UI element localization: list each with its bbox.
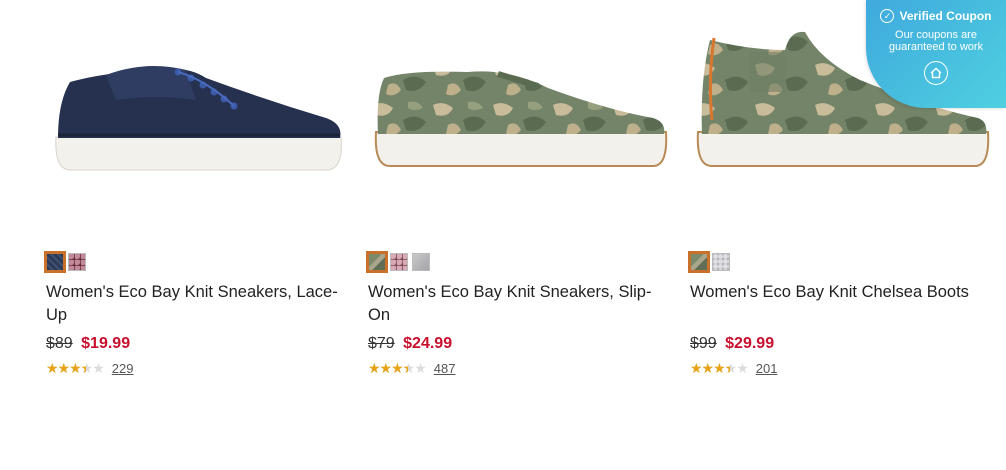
price: $99 $29.99: [690, 334, 774, 354]
star-rating-icon: ★★★★★★★★★★: [690, 360, 749, 376]
coupon-title: Verified Coupon: [899, 9, 992, 23]
check-circle-icon: ✓: [880, 9, 895, 23]
swatch-grey[interactable]: [412, 253, 430, 271]
color-swatches: [688, 251, 730, 273]
home-icon[interactable]: [924, 61, 948, 85]
product-name-link[interactable]: Women's Eco Bay Knit Sneakers, Lace-Up: [46, 281, 346, 327]
price: $79 $24.99: [368, 334, 452, 354]
original-price: $89: [46, 335, 73, 352]
product-grid: Women's Eco Bay Knit Sneakers, Lace-Up $…: [0, 0, 1006, 470]
verified-coupon-badge[interactable]: ✓ Verified Coupon Our coupons are guaran…: [866, 0, 1006, 108]
coupon-subtitle: Our coupons are guaranteed to work: [888, 29, 984, 53]
rating: ★★★★★★★★★★ 229: [46, 360, 133, 376]
camo-slip-on-sneaker-icon: [374, 71, 668, 167]
review-count-link[interactable]: 487: [434, 361, 456, 376]
review-count-link[interactable]: 229: [112, 361, 134, 376]
product-card: Women's Eco Bay Knit Sneakers, Slip-On $…: [366, 0, 668, 400]
rating: ★★★★★★★★★★ 201: [690, 360, 777, 376]
product-name-link[interactable]: Women's Eco Bay Knit Chelsea Boots: [690, 281, 990, 304]
color-swatches: [366, 251, 430, 273]
swatch-navy[interactable]: [44, 251, 66, 273]
product-card: Women's Eco Bay Knit Sneakers, Lace-Up $…: [44, 0, 346, 400]
navy-lace-up-sneaker-icon: [55, 66, 342, 171]
sale-price: $19.99: [81, 335, 131, 352]
original-price: $99: [690, 335, 717, 352]
sale-price: $24.99: [403, 335, 453, 352]
swatch-grey[interactable]: [712, 253, 730, 271]
coupon-header: ✓ Verified Coupon: [866, 9, 1006, 23]
product-image[interactable]: [368, 20, 668, 220]
rating: ★★★★★★★★★★ 487: [368, 360, 455, 376]
review-count-link[interactable]: 201: [756, 361, 778, 376]
product-name-link[interactable]: Women's Eco Bay Knit Sneakers, Slip-On: [368, 281, 668, 327]
product-image[interactable]: [46, 20, 346, 220]
sale-price: $29.99: [725, 335, 775, 352]
original-price: $79: [368, 335, 395, 352]
swatch-floral[interactable]: [390, 253, 408, 271]
star-rating-icon: ★★★★★★★★★★: [46, 360, 105, 376]
star-rating-icon: ★★★★★★★★★★: [368, 360, 427, 376]
price: $89 $19.99: [46, 334, 130, 354]
swatch-camo[interactable]: [366, 251, 388, 273]
swatch-camo[interactable]: [688, 251, 710, 273]
color-swatches: [44, 251, 86, 273]
swatch-floral[interactable]: [68, 253, 86, 271]
